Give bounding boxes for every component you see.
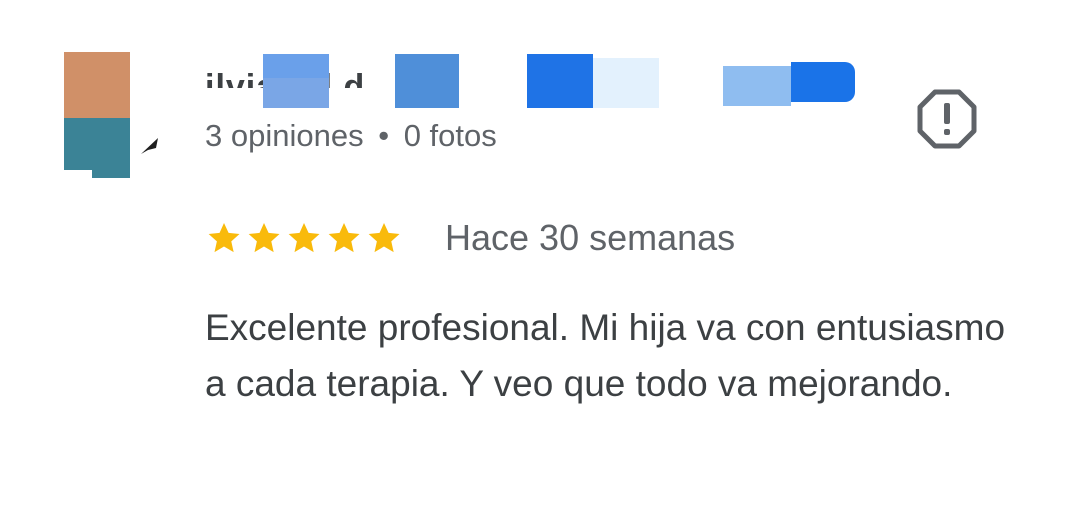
meta-separator: • [378,118,390,153]
review-count: 3 opiniones [205,118,364,153]
avatar-notch [64,170,92,178]
author-meta: 3 opiniones • 0 fotos [205,118,497,154]
star-icon [208,222,240,253]
review-text: Excelente profesional. Mi hija va con en… [205,307,1006,404]
avatar[interactable] [60,52,134,178]
star-rating [205,219,403,257]
avatar-bottom [64,118,130,178]
photo-count: 0 fotos [403,118,497,153]
review-date: Hace 30 semanas [445,217,736,258]
star-icon [368,222,400,253]
name-redaction [205,50,865,110]
star-icon [288,222,320,253]
rating-row: Hace 30 semanas [205,212,735,264]
avatar-top [64,52,130,118]
star-icon [328,222,360,253]
star-icon [248,222,280,253]
local-guide-check-icon [141,138,158,154]
report-flag-icon[interactable] [916,88,978,150]
